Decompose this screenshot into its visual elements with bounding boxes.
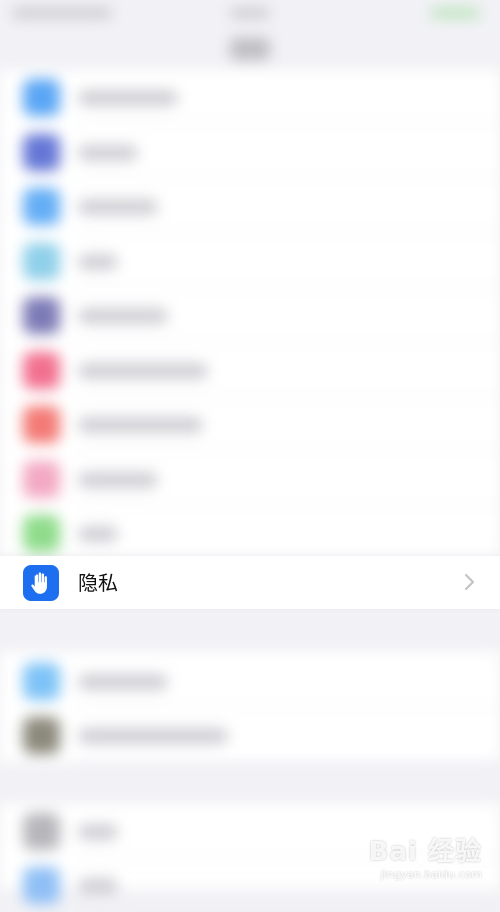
settings-item-blurred[interactable] [0,125,500,179]
app-icon [23,515,60,552]
app-icon [23,351,60,389]
settings-item-blurred[interactable] [0,179,500,233]
settings-item-label [78,728,228,744]
settings-item-label [78,362,208,379]
settings-item-blurred[interactable] [0,343,500,397]
settings-item-blurred[interactable] [0,708,500,762]
app-icon [23,79,60,116]
settings-item-label: 隐私 [78,571,118,595]
page-title [230,38,270,60]
app-icon [23,297,60,334]
chevron-right-icon [464,573,476,595]
app-icon [23,188,60,225]
app-icon [23,133,60,171]
hand-raised-icon [23,565,59,601]
app-icon [23,460,60,498]
settings-item-label [78,878,118,894]
settings-item-blurred[interactable] [0,70,500,124]
settings-item-blurred[interactable] [0,397,500,451]
settings-item-blurred[interactable] [0,234,500,288]
app-icon [23,406,60,443]
settings-item-label [78,471,158,488]
app-icon [23,717,60,754]
settings-item-label [78,526,118,542]
blurred-background [0,0,500,912]
settings-item-label [78,90,178,106]
settings-item-label [78,824,118,840]
settings-item-label [78,199,158,215]
settings-item-label [78,417,203,433]
settings-item-blurred[interactable] [0,452,500,506]
watermark-brand: Bai 经验 [368,837,482,867]
settings-item-privacy[interactable]: 隐私 [0,556,500,609]
settings-item-blurred[interactable] [0,654,500,708]
settings-item-blurred[interactable] [0,288,500,342]
app-icon [23,813,60,850]
app-icon [23,663,60,700]
settings-item-blurred[interactable] [0,506,500,560]
settings-item-label [78,308,168,324]
settings-item-label [78,253,118,270]
app-icon [23,867,60,904]
watermark: Bai 经验 jingyan.baidu.com [369,831,482,881]
watermark-url: jingyan.baidu.com [380,868,482,881]
status-bar [0,0,500,30]
settings-item-label [78,144,138,161]
app-icon [23,242,60,280]
settings-item-label [78,674,168,690]
